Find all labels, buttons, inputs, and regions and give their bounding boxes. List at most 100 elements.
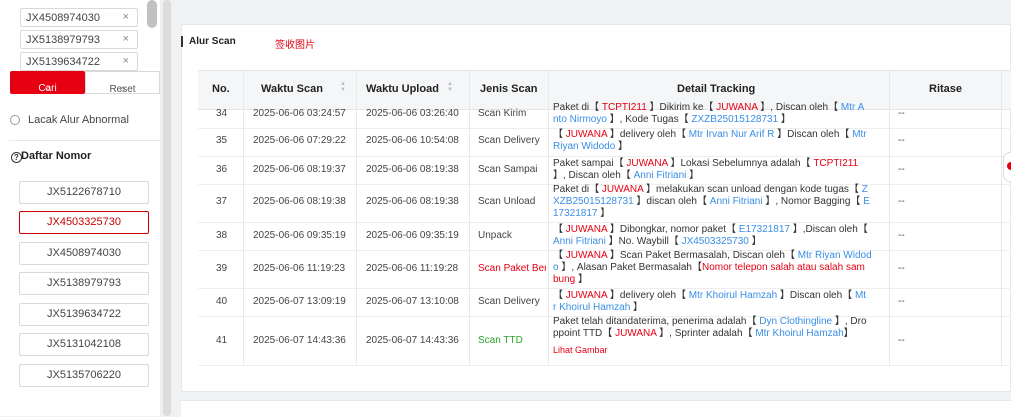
detail-waybill-link[interactable]: JX4503325730 bbox=[682, 236, 749, 247]
detail-text: 】, Kode Tugas【 bbox=[606, 114, 692, 125]
detail-person-link[interactable]: Mtr Khoirul Hamzah bbox=[689, 290, 777, 301]
detail-text: 】melakukan scan unload dengan kode tugas… bbox=[643, 184, 862, 195]
close-icon[interactable]: × bbox=[123, 11, 129, 23]
cell-ritase: -- bbox=[898, 196, 905, 207]
cell-waktu-scan: 2025-06-06 08:19:37 bbox=[253, 164, 346, 175]
close-icon[interactable]: × bbox=[123, 33, 129, 45]
abnormal-radio-label: Lacak Alur Abnormal bbox=[28, 114, 129, 126]
reset-button[interactable]: ○ Reset bbox=[85, 71, 160, 95]
detail-code-link[interactable]: 17321817 bbox=[553, 208, 598, 219]
floating-side-tab[interactable] bbox=[1003, 152, 1011, 182]
notification-dot-icon bbox=[1007, 162, 1011, 170]
detail-text: ppoint TTD【 bbox=[553, 328, 616, 339]
detail-text: 】 bbox=[778, 114, 791, 125]
cell-detail: 【 JUWANA 】Scan Paket Bermasalah, Discan … bbox=[553, 250, 883, 286]
sidebar-scrollbar[interactable] bbox=[147, 0, 157, 28]
cell-no: 36 bbox=[216, 164, 228, 175]
detail-person-link[interactable]: Mtr Riyan Widod bbox=[798, 250, 872, 261]
search-button[interactable]: ○ Cari bbox=[10, 71, 85, 94]
detail-text: 】, Dro bbox=[832, 316, 867, 327]
detail-text: 】Dikirim ke【 bbox=[646, 102, 717, 113]
cell-detail: 【 JUWANA 】delivery oleh【 Mtr Khoirul Ham… bbox=[553, 290, 883, 314]
cell-no: 40 bbox=[216, 296, 228, 307]
detail-person-link[interactable]: Anni Fitriani bbox=[634, 170, 687, 181]
page-scrollbar-thumb[interactable] bbox=[163, 0, 171, 416]
header-waktu-upload[interactable]: Waktu Upload bbox=[366, 83, 439, 95]
number-item[interactable]: JX5138979793 bbox=[19, 272, 149, 295]
detail-text: 】, Sprinter adalah【 bbox=[656, 328, 756, 339]
cell-ritase: -- bbox=[898, 296, 905, 307]
detail-text: 】, Nomor Bagging【 bbox=[762, 196, 864, 207]
detail-text: Paket di【 bbox=[553, 184, 602, 195]
detail-text: 】, Discan oleh【 bbox=[757, 102, 841, 113]
cell-waktu-upload: 2025-06-06 10:54:08 bbox=[366, 135, 459, 146]
tab-alur-scan[interactable]: Alur Scan bbox=[181, 36, 236, 47]
detail-text: 】Scan Paket Bermasalah, Discan oleh【 bbox=[607, 250, 798, 261]
detail-code-link[interactable]: E17321817 bbox=[739, 224, 790, 235]
detail-person-link[interactable]: Mtr A bbox=[841, 102, 864, 113]
cell-no: 41 bbox=[216, 335, 228, 346]
cell-ritase: -- bbox=[898, 164, 905, 175]
cell-waktu-upload: 2025-06-06 08:19:38 bbox=[366, 196, 459, 207]
number-list-title: Daftar Nomor bbox=[21, 150, 92, 162]
waybill-tag: JX5139634722 × bbox=[20, 52, 138, 71]
detail-person-link[interactable]: nto Nirmoyo bbox=[553, 114, 607, 125]
header-detail: Detail Tracking bbox=[677, 83, 756, 95]
header-jenis-scan: Jenis Scan bbox=[480, 83, 538, 95]
number-item[interactable]: JX5122678710 bbox=[19, 181, 149, 204]
number-item[interactable]: JX5139634722 bbox=[19, 303, 149, 326]
abnormal-radio[interactable] bbox=[10, 115, 20, 125]
cell-detail: 【 JUWANA 】delivery oleh【 Mtr Irvan Nur A… bbox=[553, 129, 883, 153]
detail-person-link[interactable]: r Khoirul Hamzah bbox=[553, 302, 630, 313]
detail-text: 【 bbox=[553, 129, 566, 140]
detail-person-link[interactable]: Riyan Widodo bbox=[553, 141, 615, 152]
detail-recipient-link[interactable]: Dyn Clothingline bbox=[759, 316, 832, 327]
detail-text: 】delivery oleh【 bbox=[607, 129, 689, 140]
detail-person-link[interactable]: Mtr bbox=[852, 129, 866, 140]
detail-text: 】 bbox=[686, 170, 700, 181]
cell-waktu-scan: 2025-06-06 07:29:22 bbox=[253, 135, 346, 146]
tab-foto[interactable]: 签收图片 bbox=[275, 36, 315, 51]
detail-text: 】 bbox=[615, 141, 629, 152]
detail-code-link[interactable]: ZXZB25015128731 bbox=[691, 114, 778, 125]
header-ritase: Ritase bbox=[929, 83, 963, 95]
detail-code-link[interactable]: XZB25015128731 bbox=[553, 196, 634, 207]
view-image-link[interactable]: Lihat Gambar bbox=[553, 344, 608, 356]
cell-jenis-scan: Unpack bbox=[478, 230, 512, 241]
detail-text: 【 bbox=[553, 224, 566, 235]
cell-waktu-upload: 2025-06-06 11:19:28 bbox=[366, 263, 459, 274]
number-item[interactable]: JX5131042108 bbox=[19, 333, 149, 356]
search-button-label: Cari bbox=[38, 83, 57, 94]
cell-jenis-scan: Scan Sampai bbox=[478, 164, 538, 175]
detail-text: 】No. Waybill【 bbox=[605, 236, 682, 247]
cell-no: 38 bbox=[216, 230, 228, 241]
detail-code-link[interactable]: Z bbox=[862, 184, 868, 195]
cell-ritase: -- bbox=[898, 230, 905, 241]
close-icon[interactable]: × bbox=[123, 55, 129, 67]
cell-waktu-scan: 2025-06-07 14:43:36 bbox=[253, 335, 346, 346]
sort-icon[interactable]: ▲ ▼ bbox=[447, 81, 453, 93]
detail-code-link[interactable]: E bbox=[863, 196, 870, 207]
detail-text: 】Discan oleh【 bbox=[777, 290, 855, 301]
sort-icon[interactable]: ▲ ▼ bbox=[340, 81, 346, 93]
cell-ritase: -- bbox=[898, 135, 905, 146]
cell-detail: Paket sampai【 JUWANA 】Lokasi Sebelumnya … bbox=[553, 158, 883, 182]
number-item[interactable]: JX5135706220 bbox=[19, 364, 149, 387]
detail-location: JUWANA bbox=[565, 129, 608, 140]
number-item-active[interactable]: JX4503325730 bbox=[19, 211, 149, 234]
detail-person-link[interactable]: Mt bbox=[855, 290, 866, 301]
detail-text: 】 bbox=[630, 302, 644, 313]
reset-button-label: Reset bbox=[109, 84, 136, 95]
detail-person-link[interactable]: Anni Fitriani bbox=[553, 236, 606, 247]
header-waktu-scan[interactable]: Waktu Scan bbox=[261, 83, 323, 95]
cell-ritase: -- bbox=[898, 108, 905, 119]
detail-person-link[interactable]: Anni Fitriani bbox=[710, 196, 763, 207]
detail-person-link[interactable]: Mtr Khoirul Hamzah bbox=[755, 328, 843, 339]
number-item[interactable]: JX4508974030 bbox=[19, 242, 149, 265]
detail-person-link[interactable]: Mtr Irvan Nur Arif R bbox=[689, 129, 775, 140]
cell-waktu-upload: 2025-06-06 03:26:40 bbox=[366, 108, 459, 119]
detail-location: JUWANA bbox=[565, 290, 608, 301]
detail-location: JUWANA bbox=[601, 184, 644, 195]
cell-no: 34 bbox=[216, 108, 228, 119]
detail-text: 】,Discan oleh【 bbox=[790, 224, 868, 235]
